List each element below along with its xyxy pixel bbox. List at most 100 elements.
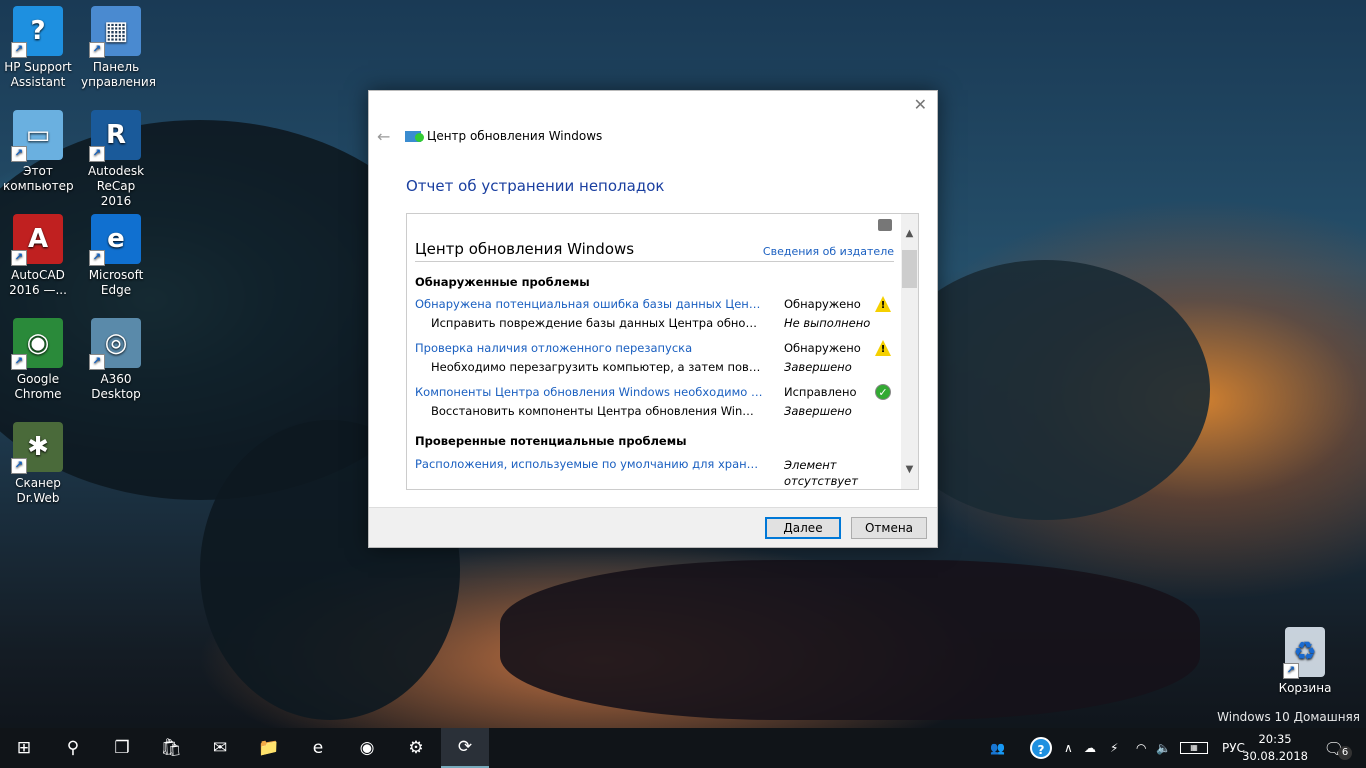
desktop-icon-label: Сканер Dr.Web (15, 476, 61, 505)
taskbar-chrome[interactable]: ◉ (343, 728, 391, 768)
next-button[interactable]: Далее (765, 517, 841, 539)
row-status: Элемент отсутствует (784, 457, 858, 489)
onedrive-icon[interactable]: ☁ (1084, 741, 1110, 755)
desktop-icon[interactable]: ▭Этот компьютер (3, 110, 74, 194)
row-name-link[interactable]: Проверка наличия отложенного перезапуска (415, 341, 765, 355)
windows-edition-watermark: Windows 10 Домашняя (1217, 710, 1360, 724)
desktop-icon[interactable]: ?HP Support Assistant (3, 6, 73, 90)
mail-icon: ✉ (212, 738, 228, 758)
app-icon: ▦ (89, 6, 141, 58)
desktop-icon[interactable]: ▦Панель управления (81, 6, 156, 90)
app-icon: ◎ (89, 318, 141, 370)
warning-icon: ! (875, 340, 891, 356)
scrollbar-thumb[interactable] (902, 250, 917, 288)
desktop-icon-label: AutoCAD 2016 —... (9, 268, 67, 297)
store-icon: 🛍 (160, 738, 182, 758)
report-title: Центр обновления Windows (415, 240, 635, 258)
desktop-icon-label: A360 Desktop (91, 372, 141, 401)
desktop-icon-label: Google Chrome (14, 372, 62, 401)
taskbar-start[interactable]: ⊞ (0, 728, 48, 768)
wallpaper-ground (500, 560, 1200, 720)
hp-support-tray-icon[interactable]: ? (1030, 737, 1052, 759)
wifi-icon[interactable]: ◠ (1136, 741, 1156, 755)
desktop-icon-recycle-bin[interactable]: ♻ Корзина (1270, 627, 1340, 696)
close-button[interactable]: ✕ (914, 95, 927, 114)
power-icon[interactable]: ⚡ (1110, 741, 1136, 755)
section-found-problems: Обнаруженные проблемы (415, 275, 590, 289)
touch-keyboard-icon[interactable]: ▦ (1180, 742, 1208, 754)
app-icon: ▭ (11, 110, 63, 162)
desktop-icon-label: Корзина (1278, 681, 1332, 695)
row-action: Необходимо перезагрузить компьютер, а за… (431, 360, 761, 374)
taskbar-search[interactable]: ⚲ (49, 728, 97, 768)
people-icon[interactable]: 👥 (990, 741, 1012, 755)
taskbar-settings[interactable]: ⚙ (392, 728, 440, 768)
file-explorer-icon: 📁 (258, 738, 280, 758)
row-status: Завершено (784, 360, 852, 374)
report-row: Исправить повреждение базы данных Центра… (415, 316, 895, 334)
scrollbar[interactable]: ▲ ▼ (901, 214, 918, 489)
taskbar: ⊞ ⚲ ❐ 🛍 ✉ 📁 e ◉ ⚙ ⟳ 👥 ? ∧ ☁ ⚡ ◠ 🔈 ▦ РУС 20:35 30.… (0, 728, 1366, 768)
system-tray: 👥 ? ∧ ☁ ⚡ ◠ 🔈 ▦ РУС (990, 728, 1245, 768)
search-icon: ⚲ (66, 738, 80, 758)
report-row: Проверка наличия отложенного перезапуска… (415, 340, 895, 359)
scroll-up-icon[interactable]: ▲ (901, 228, 918, 239)
task-view-icon: ❐ (114, 738, 130, 758)
taskbar-task-view[interactable]: ❐ (98, 728, 146, 768)
report-row: Компоненты Центра обновления Windows нео… (415, 384, 895, 403)
desktop-icon[interactable]: ✱Сканер Dr.Web (3, 422, 73, 506)
app-icon: A (11, 214, 63, 266)
check-icon: ✓ (875, 384, 891, 400)
back-button[interactable]: ← (377, 127, 390, 146)
chrome-icon: ◉ (359, 738, 375, 758)
row-status: Не выполнено (784, 316, 871, 330)
cancel-button[interactable]: Отмена (851, 517, 927, 539)
scroll-down-icon[interactable]: ▼ (901, 464, 918, 475)
divider (415, 261, 894, 262)
taskbar-edge[interactable]: e (294, 728, 342, 768)
dialog-footer: Далее Отмена (369, 507, 937, 547)
row-name-link[interactable]: Обнаружена потенциальная ошибка базы дан… (415, 297, 765, 311)
taskbar-store[interactable]: 🛍 (147, 728, 195, 768)
desktop-icon[interactable]: AAutoCAD 2016 —... (3, 214, 73, 298)
row-status-line: Элемент (784, 458, 837, 472)
warning-icon: ! (875, 296, 891, 312)
action-center-button[interactable]: 🗨 6 (1324, 728, 1352, 768)
report-row: Обнаружена потенциальная ошибка базы дан… (415, 296, 895, 315)
desktop-icon[interactable]: RAutodesk ReCap 2016 (81, 110, 151, 209)
taskbar-mail[interactable]: ✉ (196, 728, 244, 768)
print-icon[interactable] (878, 219, 892, 231)
section-checked-problems: Проверенные потенциальные проблемы (415, 434, 687, 448)
clock-date: 30.08.2018 (1242, 749, 1308, 763)
report-row: Необходимо перезагрузить компьютер, а за… (415, 360, 895, 378)
row-status: Обнаружено (784, 297, 861, 311)
volume-icon[interactable]: 🔈 (1156, 741, 1180, 755)
app-icon: ? (11, 6, 63, 58)
desktop-icon-label: Autodesk ReCap 2016 (87, 164, 145, 208)
row-action: Восстановить компоненты Центра обновлени… (431, 404, 761, 418)
desktop-icon[interactable]: ◉Google Chrome (3, 318, 73, 402)
page-heading: Отчет об устранении неполадок (406, 177, 665, 195)
publisher-details-link[interactable]: Сведения об издателе (763, 245, 894, 258)
window-title-text: Центр обновления Windows (427, 129, 603, 143)
desktop-icon[interactable]: eMicrosoft Edge (81, 214, 151, 298)
row-status: Обнаружено (784, 341, 861, 355)
row-action: Исправить повреждение базы данных Центра… (431, 316, 761, 330)
app-icon: e (89, 214, 141, 266)
taskbar-windows-update-troubleshooter[interactable]: ⟳ (441, 728, 489, 768)
app-icon: ◉ (11, 318, 63, 370)
row-status: Исправлено (784, 385, 857, 399)
row-status-line: отсутствует (784, 474, 858, 488)
app-icon: ✱ (11, 422, 63, 474)
settings-icon: ⚙ (408, 738, 424, 758)
windows-update-troubleshooter-icon: ⟳ (457, 737, 473, 757)
desktop-icon-label: Панель управления (81, 60, 156, 89)
show-hidden-icons-icon[interactable]: ∧ (1064, 741, 1084, 755)
clock[interactable]: 20:35 30.08.2018 (1242, 731, 1308, 765)
desktop-icon[interactable]: ◎A360 Desktop (81, 318, 151, 402)
taskbar-file-explorer[interactable]: 📁 (245, 728, 293, 768)
row-name-link[interactable]: Расположения, используемые по умолчанию … (415, 457, 765, 471)
clock-time: 20:35 (1258, 732, 1292, 746)
row-name-link[interactable]: Компоненты Центра обновления Windows нео… (415, 385, 765, 399)
report-panel: Центр обновления Windows Сведения об изд… (406, 213, 919, 490)
